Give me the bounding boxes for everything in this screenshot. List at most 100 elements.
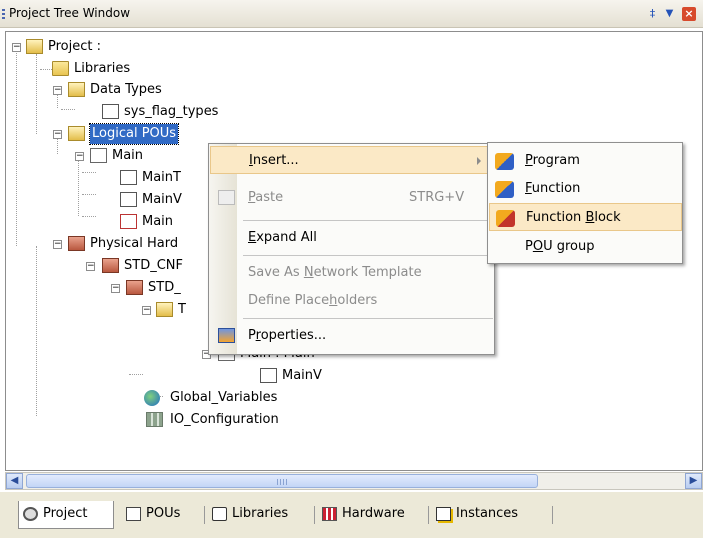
folder-icon [52,61,69,76]
hardware-folder-icon [68,236,85,251]
tree-label: IO_Configuration [170,412,279,427]
tree-label: T [178,302,186,317]
context-menu: Insert... Paste STRG+V Expand All Save A… [208,143,495,355]
tree-label: MainV [142,192,182,207]
menu-shortcut: STRG+V [409,190,465,205]
tree-node-data-types[interactable]: − Data Types [6,80,206,100]
tab-label: Instances [456,506,519,521]
close-icon[interactable]: × [682,7,696,21]
collapse-icon[interactable]: − [111,284,120,293]
menu-item-save-as-network-template[interactable]: Save As Network Template [210,259,494,287]
collapse-icon[interactable]: − [75,152,84,161]
io-configuration-icon [146,412,163,427]
window-titlebar: Project Tree Window ‡ ▼ × [0,0,703,28]
collapse-icon[interactable]: − [53,240,62,249]
info-icon [120,170,137,185]
function-block-icon [496,210,515,227]
scroll-left-icon[interactable]: ◀ [6,473,23,489]
tree-label: MainT [142,170,181,185]
function-icon [495,181,514,198]
tree-node-main-code[interactable]: Main [6,212,206,232]
tree-label: MainV [282,368,322,383]
menu-item-properties[interactable]: Properties... [210,322,494,350]
tree-node-project[interactable]: − Project : [6,37,206,57]
tab-label: Hardware [342,506,405,521]
tree-label: Physical Hard [90,236,179,251]
tree-node-global-variables[interactable]: Global_Variables [6,388,366,408]
code-worksheet-icon [120,214,137,229]
tree-node-io-configuration[interactable]: IO_Configuration [6,410,366,430]
window-title: Project Tree Window [9,6,131,20]
project-icon [23,507,38,521]
menu-item-paste[interactable]: Paste STRG+V [210,184,494,212]
hardware-icon [322,507,337,521]
tree-label: STD_CNF [124,258,183,273]
tree-label: Main [142,214,174,229]
tab-pous[interactable]: POUs [122,501,200,529]
tree-node-physical-hardware[interactable]: − Physical Hard [6,234,206,254]
menu-item-define-placeholders[interactable]: Define Placeholders [210,287,494,315]
tab-instances[interactable]: Instances [432,501,548,529]
tree-node-mainv[interactable]: MainV [6,190,206,210]
grip-icon [2,9,5,20]
tree-label: Libraries [74,61,131,76]
horizontal-scrollbar[interactable]: ◀ ▶ [5,472,703,490]
folder-open-icon [68,126,85,141]
tree-node-mainv-instance[interactable]: MainV [6,366,366,386]
submenu-item-function-block[interactable]: Function Block [489,203,682,231]
pous-icon [126,507,141,521]
program-icon [495,153,514,170]
tab-label: Libraries [232,506,289,521]
submenu-item-function[interactable]: Function [489,175,682,203]
libraries-icon [212,507,227,521]
tree-node-sys-flag-types[interactable]: sys_flag_types [6,102,266,122]
folder-open-icon [68,82,85,97]
submenu-arrow-icon [477,157,481,165]
pin-icon[interactable]: ‡ [646,7,659,20]
tree-label-selected: Logical POUs [88,123,180,145]
tree-label: Project : [48,39,101,54]
tree-label: Main [112,148,144,163]
tree-node-maint[interactable]: MainT [6,168,206,188]
variables-icon [260,368,277,383]
collapse-icon[interactable]: − [142,306,151,315]
paste-icon [218,190,235,205]
submenu-item-pou-group[interactable]: POU group [489,233,682,261]
program-icon [90,148,107,163]
variables-icon [120,192,137,207]
tree-node-std-cnf[interactable]: − STD_CNF [6,256,206,276]
tab-libraries[interactable]: Libraries [208,501,310,529]
insert-submenu: Program Function Function Block POU grou… [487,142,683,264]
collapse-icon[interactable]: − [53,86,62,95]
data-type-icon [102,104,119,119]
tree-label: Global_Variables [170,390,278,405]
instances-icon [436,507,451,521]
tree-label: sys_flag_types [124,104,219,119]
tree-label: Data Types [90,82,162,97]
chevron-down-icon[interactable]: ▼ [663,7,676,20]
globe-icon [144,390,160,406]
tree-node-libraries[interactable]: Libraries [6,59,206,79]
scroll-right-icon[interactable]: ▶ [685,473,702,489]
tree-node-logical-pous[interactable]: − Logical POUs [6,123,226,145]
menu-item-expand-all[interactable]: Expand All [210,224,494,252]
tree-node-main[interactable]: − Main [6,146,206,166]
resource-icon [126,280,143,295]
tree-node-task[interactable]: − T [6,300,206,320]
submenu-item-program[interactable]: Program [489,147,682,175]
scrollbar-thumb[interactable] [26,474,538,488]
bottom-tab-bar: Project POUs Libraries Hardware Instance… [0,492,703,538]
folder-open-icon [26,39,43,54]
tasks-folder-icon [156,302,173,317]
menu-item-insert[interactable]: Insert... [210,146,494,174]
tree-node-std-res[interactable]: − STD_ [6,278,206,298]
properties-icon [218,328,235,343]
tab-project[interactable]: Project [18,501,114,529]
collapse-icon[interactable]: − [12,43,21,52]
collapse-icon[interactable]: − [86,262,95,271]
tab-hardware[interactable]: Hardware [318,501,424,529]
collapse-icon[interactable]: − [53,130,62,139]
tab-label: Project [43,506,88,521]
tab-label: POUs [146,506,181,521]
configuration-icon [102,258,119,273]
